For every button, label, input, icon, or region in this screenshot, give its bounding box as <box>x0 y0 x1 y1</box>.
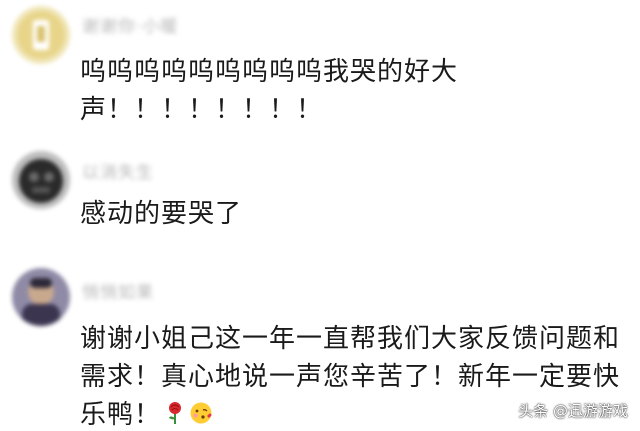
avatar[interactable] <box>12 6 70 64</box>
username[interactable]: 谢谢你·小暖 <box>82 12 178 37</box>
username[interactable]: 以消失生 <box>82 158 154 183</box>
avatar-image <box>12 6 70 64</box>
face-blowing-kiss-icon <box>189 398 213 431</box>
username[interactable]: 悄悄如果 <box>82 278 154 303</box>
avatar[interactable] <box>12 151 70 209</box>
comment-text: 呜呜呜呜呜呜呜呜呜我哭的好大声！！！！！！！！ <box>80 57 459 125</box>
comment-feed: 谢谢你·小暖 呜呜呜呜呜呜呜呜呜我哭的好大声！！！！！！！！ 以消失生 感动的要… <box>0 0 640 431</box>
rose-icon <box>165 398 185 431</box>
avatar-image <box>12 151 70 209</box>
watermark: 头条 @迅游游戏 <box>518 402 628 420</box>
comment-text: 感动的要哭了 <box>80 199 243 229</box>
avatar[interactable] <box>12 268 70 326</box>
avatar-image <box>12 268 70 326</box>
